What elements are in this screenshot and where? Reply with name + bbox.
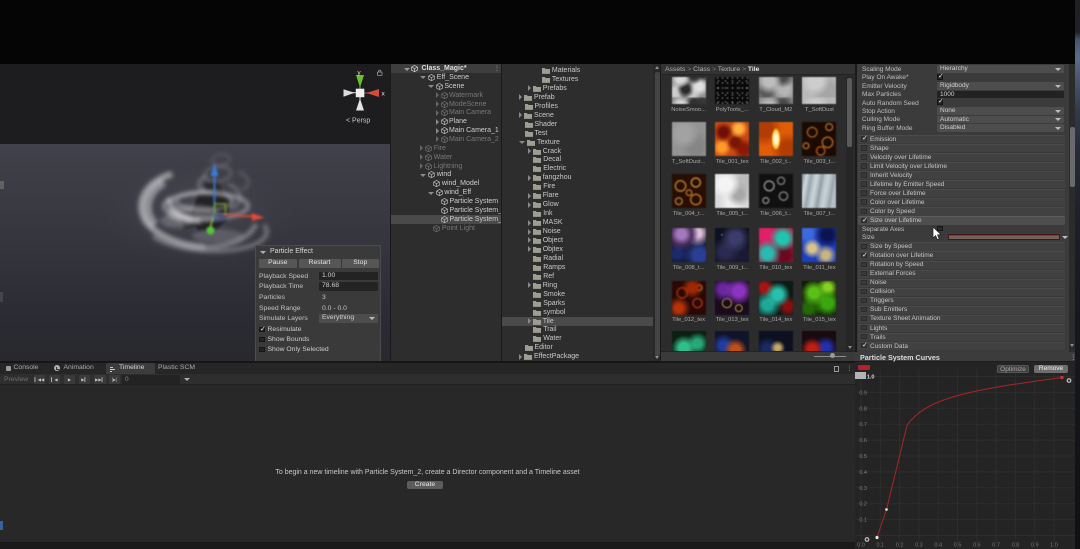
svg-text:0.4: 0.4 bbox=[934, 542, 942, 548]
svg-text:0.7: 0.7 bbox=[992, 542, 1000, 548]
svg-text:0.8: 0.8 bbox=[1012, 542, 1020, 548]
svg-text:1.0: 1.0 bbox=[867, 374, 875, 380]
svg-text:0.8: 0.8 bbox=[859, 406, 867, 412]
svg-text:0.9: 0.9 bbox=[859, 390, 867, 396]
svg-text:x: x bbox=[382, 91, 386, 98]
svg-text:0.9: 0.9 bbox=[1031, 542, 1039, 548]
svg-text:0.3: 0.3 bbox=[915, 542, 923, 548]
svg-text:0.6: 0.6 bbox=[973, 542, 981, 548]
svg-text:0.0: 0.0 bbox=[857, 542, 865, 548]
svg-text:0.2: 0.2 bbox=[896, 542, 904, 548]
svg-text:1.0: 1.0 bbox=[1050, 542, 1058, 548]
svg-text:0.7: 0.7 bbox=[859, 422, 867, 428]
svg-text:0.1: 0.1 bbox=[876, 542, 884, 548]
svg-text:0.2: 0.2 bbox=[859, 501, 867, 507]
svg-text:0.5: 0.5 bbox=[954, 542, 962, 548]
svg-text:0.5: 0.5 bbox=[859, 454, 867, 460]
svg-text:0.3: 0.3 bbox=[859, 485, 867, 491]
svg-text:0.1: 0.1 bbox=[859, 517, 867, 523]
svg-text:0.6: 0.6 bbox=[859, 438, 867, 444]
svg-text:< Persp: < Persp bbox=[346, 118, 370, 125]
svg-text:0.4: 0.4 bbox=[859, 469, 867, 475]
